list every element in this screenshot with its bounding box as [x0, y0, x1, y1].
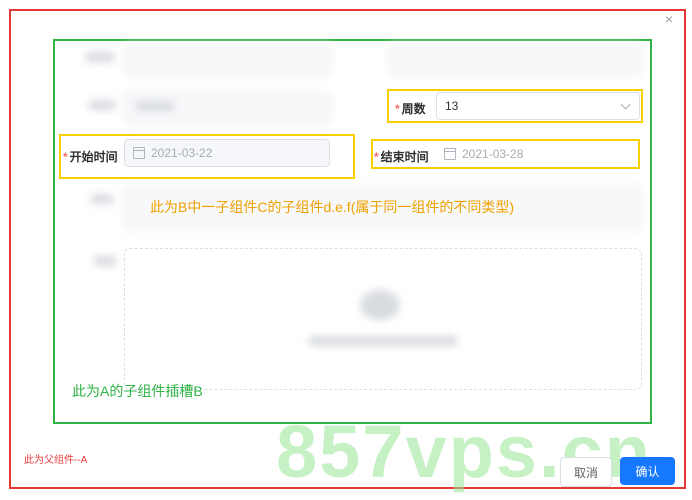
end-date-value: 2021-03-28	[462, 147, 524, 161]
calendar-icon	[133, 147, 145, 159]
start-date-input[interactable]: 2021-03-22	[124, 139, 330, 167]
chevron-down-icon	[620, 99, 631, 110]
slot-note: 此为A的子组件插槽B	[72, 383, 203, 399]
close-icon[interactable]: ×	[662, 12, 676, 26]
calendar-icon	[444, 148, 456, 160]
end-date-input[interactable]: 2021-03-28	[436, 141, 636, 167]
weeks-select[interactable]: 13	[436, 92, 640, 120]
upload-area[interactable]	[124, 248, 642, 390]
cancel-button[interactable]: 取消	[560, 457, 612, 487]
end-label: * 结束时间	[374, 150, 429, 164]
confirm-button[interactable]: 确认	[620, 457, 675, 485]
start-label: * 开始时间	[63, 150, 118, 164]
child-component-note: 此为B中一子组件C的子组件d.e.f(属于同一组件的不同类型)	[150, 199, 515, 215]
start-date-value: 2021-03-22	[151, 146, 213, 160]
parent-component-note: 此为父组件--A	[24, 455, 88, 466]
weeks-value: 13	[445, 99, 459, 113]
weeks-label: * 周数	[395, 102, 426, 116]
